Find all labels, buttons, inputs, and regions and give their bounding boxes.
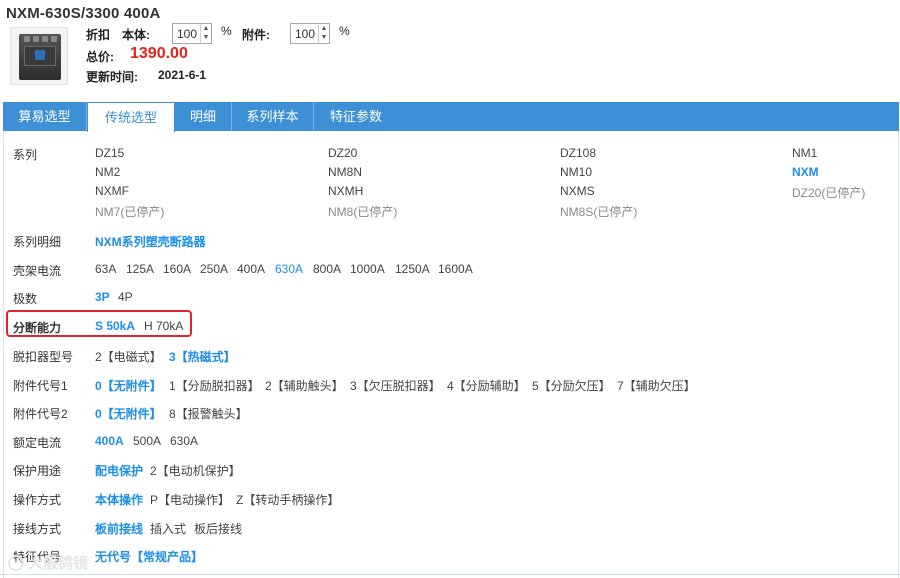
series-option-selected[interactable]: NXM — [792, 165, 819, 179]
frame-current-option[interactable]: 63A — [95, 262, 116, 276]
total-price-label: 总价: — [86, 50, 114, 64]
series-option[interactable]: NXMH — [328, 184, 363, 198]
accessory-discount-stepper[interactable]: 100 ▲ ▼ — [290, 23, 330, 44]
accessory-code1-option[interactable]: 5【分励欠压】 — [532, 377, 611, 394]
watermark: 大般鸽镜 — [8, 552, 88, 573]
series-option[interactable]: NM1 — [792, 146, 817, 160]
rated-current-option[interactable]: 500A — [133, 434, 161, 448]
release-type-option[interactable]: 2【电磁式】 — [95, 348, 162, 365]
frame-current-option[interactable]: 1000A — [350, 262, 385, 276]
body-discount-label: 本体: — [122, 28, 150, 42]
percent-sign: % — [221, 24, 232, 38]
series-option[interactable]: NM2 — [95, 165, 120, 179]
tab-bar: 算易选型 传统选型 明细 系列样本 特征参数 — [3, 102, 899, 132]
frame-current-option[interactable]: 400A — [237, 262, 265, 276]
frame-current-option[interactable]: 1600A — [438, 262, 473, 276]
wiring-option[interactable]: 插入式 — [150, 520, 186, 537]
poles-label: 极数 — [13, 292, 38, 306]
protection-label: 保护用途 — [13, 464, 62, 478]
discount-label: 折扣 — [86, 28, 111, 42]
total-price: 1390.00 — [130, 45, 188, 62]
stepper-arrows-icon[interactable]: ▲ ▼ — [318, 24, 329, 43]
bottom-divider — [0, 574, 900, 575]
series-option[interactable]: NXMS — [560, 184, 595, 198]
breaking-capacity-label: 分断能力 — [13, 321, 62, 335]
series-option[interactable]: NM8N — [328, 165, 362, 179]
accessory-discount-value: 100 — [295, 27, 316, 41]
accessory-code1-option[interactable]: 2【辅助触头】 — [265, 377, 344, 394]
operation-option-selected[interactable]: 本体操作 — [95, 491, 143, 508]
watermark-logo-icon — [8, 555, 24, 571]
series-option-discontinued[interactable]: NM8(已停产) — [328, 203, 397, 220]
wiring-option[interactable]: 板后接线 — [194, 520, 242, 537]
wiring-option-selected[interactable]: 板前接线 — [95, 520, 143, 537]
frame-current-option[interactable]: 160A — [163, 262, 191, 276]
frame-current-option[interactable]: 250A — [200, 262, 228, 276]
wiring-label: 接线方式 — [13, 522, 62, 536]
rated-current-label: 额定电流 — [13, 436, 62, 450]
frame-current-option-selected[interactable]: 630A — [275, 262, 303, 276]
operation-option[interactable]: P【电动操作】 — [150, 491, 230, 508]
accessory-code1-label: 附件代号1 — [13, 379, 68, 393]
protection-option-selected[interactable]: 配电保护 — [95, 462, 143, 479]
rated-current-option-selected[interactable]: 400A — [95, 434, 124, 448]
release-type-label: 脱扣器型号 — [13, 350, 74, 364]
tab-easy-selection[interactable]: 算易选型 — [3, 102, 87, 131]
breaker-icon — [19, 34, 61, 80]
operation-option[interactable]: Z【转动手柄操作】 — [236, 491, 339, 508]
tab-traditional-selection[interactable]: 传统选型 — [87, 102, 175, 132]
series-detail-value[interactable]: NXM系列塑壳断路器 — [95, 233, 206, 250]
accessory-code2-label: 附件代号2 — [13, 407, 68, 421]
accessory-code1-option[interactable]: 1【分励脱扣器】 — [169, 377, 260, 394]
product-image — [10, 27, 68, 85]
stepper-arrows-icon[interactable]: ▲ ▼ — [200, 24, 211, 43]
accessory-discount-label: 附件: — [242, 28, 270, 42]
series-option[interactable]: NXMF — [95, 184, 129, 198]
accessory-code1-option[interactable]: 3【欠压脱扣器】 — [350, 377, 441, 394]
percent-sign: % — [339, 24, 350, 38]
product-header: NXM-630S/3300 400A 折扣 本体: 100 ▲ ▼ % 附件: 1… — [0, 0, 900, 100]
series-option[interactable]: DZ15 — [95, 146, 124, 160]
frame-current-option[interactable]: 125A — [126, 262, 154, 276]
tab-series-sample[interactable]: 系列样本 — [232, 102, 314, 131]
accessory-code2-option-selected[interactable]: 0【无附件】 — [95, 405, 162, 422]
series-option[interactable]: NM10 — [560, 165, 592, 179]
special-code-option-selected[interactable]: 无代号【常规产品】 — [95, 548, 203, 565]
operation-label: 操作方式 — [13, 493, 62, 507]
frame-current-option[interactable]: 1250A — [395, 262, 430, 276]
frame-current-label: 壳架电流 — [13, 264, 62, 278]
protection-option[interactable]: 2【电动机保护】 — [150, 462, 241, 479]
release-type-option-selected[interactable]: 3【热磁式】 — [169, 348, 236, 365]
body-discount-stepper[interactable]: 100 ▲ ▼ — [172, 23, 212, 44]
tab-feature-params[interactable]: 特征参数 — [314, 102, 398, 131]
breaking-capacity-option-selected[interactable]: S 50kA — [95, 319, 135, 333]
body-discount-value: 100 — [177, 27, 198, 41]
accessory-code1-option-selected[interactable]: 0【无附件】 — [95, 377, 162, 394]
breaking-capacity-option[interactable]: H 70kA — [144, 319, 183, 333]
series-option[interactable]: DZ20 — [328, 146, 357, 160]
series-option-discontinued[interactable]: NM8S(已停产) — [560, 203, 637, 220]
poles-option-selected[interactable]: 3P — [95, 290, 110, 304]
series-option-discontinued[interactable]: NM7(已停产) — [95, 203, 164, 220]
update-time-label: 更新时间: — [86, 70, 138, 84]
product-title: NXM-630S/3300 400A — [6, 5, 161, 22]
update-date: 2021-6-1 — [158, 68, 207, 82]
series-label: 系列 — [13, 148, 38, 162]
accessory-code1-option[interactable]: 4【分励辅助】 — [447, 377, 526, 394]
series-detail-label: 系列明细 — [13, 235, 62, 249]
frame-current-option[interactable]: 800A — [313, 262, 341, 276]
poles-option[interactable]: 4P — [118, 290, 133, 304]
accessory-code2-option[interactable]: 8【报警触头】 — [169, 405, 248, 422]
series-option[interactable]: DZ108 — [560, 146, 596, 160]
accessory-code1-option[interactable]: 7【辅助欠压】 — [617, 377, 696, 394]
tab-details[interactable]: 明细 — [175, 102, 232, 131]
series-option-discontinued[interactable]: DZ20(已停产) — [792, 184, 865, 201]
rated-current-option[interactable]: 630A — [170, 434, 198, 448]
watermark-text: 大般鸽镜 — [28, 555, 89, 572]
